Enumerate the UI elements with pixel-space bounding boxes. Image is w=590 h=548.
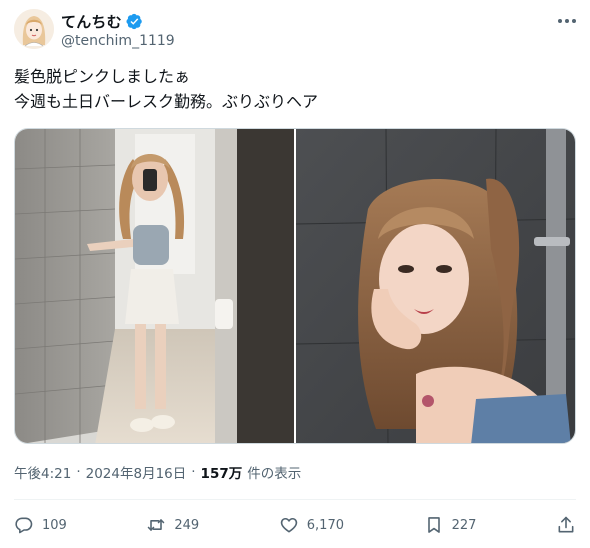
tweet-time[interactable]: 午後4:21 [14,462,71,482]
display-name[interactable]: てんちむ [61,11,122,32]
tweet-date[interactable]: 2024年8月16日 [86,462,187,482]
views-count: 157万 [200,466,243,482]
tweet-text: 髪色脱ピンクしましたぁ 今週も土日バーレスク勤務。ぶりぶりヘア [14,64,574,114]
views-label: 件の表示 [247,466,302,482]
meta-separator: · [191,464,196,480]
photo-2[interactable] [296,129,575,443]
action-bar: 109 249 6,170 227 [14,510,576,540]
bookmark-button[interactable]: 227 [424,515,477,535]
repost-icon [146,515,166,535]
avatar[interactable] [14,9,54,49]
photo-1[interactable] [15,129,294,443]
media-grid [14,128,576,444]
tweet-meta: 午後4:21 · 2024年8月16日 · 157万 件の表示 [14,462,301,482]
reply-count: 109 [42,517,67,533]
bookmark-count: 227 [451,517,477,533]
like-count: 6,170 [306,517,344,533]
like-button[interactable]: 6,170 [279,515,344,535]
avatar-illustration [14,9,54,49]
photo-2-image [296,129,575,443]
more-options-icon[interactable] [558,12,576,30]
tweet-text-line: 髪色脱ピンクしましたぁ [14,67,191,86]
tweet-card: てんちむ @tenchim_1119 髪色脱ピンクしましたぁ 今週も土日バーレス… [0,0,590,548]
tweet-text-line: 今週も土日バーレスク勤務。ぶりぶりヘア [14,92,319,111]
meta-separator: · [76,464,81,480]
share-icon [556,515,576,535]
verified-badge-icon [126,13,143,30]
reply-button[interactable]: 109 [14,515,67,535]
share-button[interactable] [556,515,576,535]
repost-count: 249 [174,517,200,533]
divider [14,499,576,500]
photo-1-image [15,129,294,443]
repost-button[interactable]: 249 [146,515,199,535]
reply-icon [14,515,34,535]
author-name-row[interactable]: てんちむ [61,11,143,31]
author-handle[interactable]: @tenchim_1119 [61,33,175,49]
bookmark-icon [424,515,444,535]
heart-icon [279,515,299,535]
